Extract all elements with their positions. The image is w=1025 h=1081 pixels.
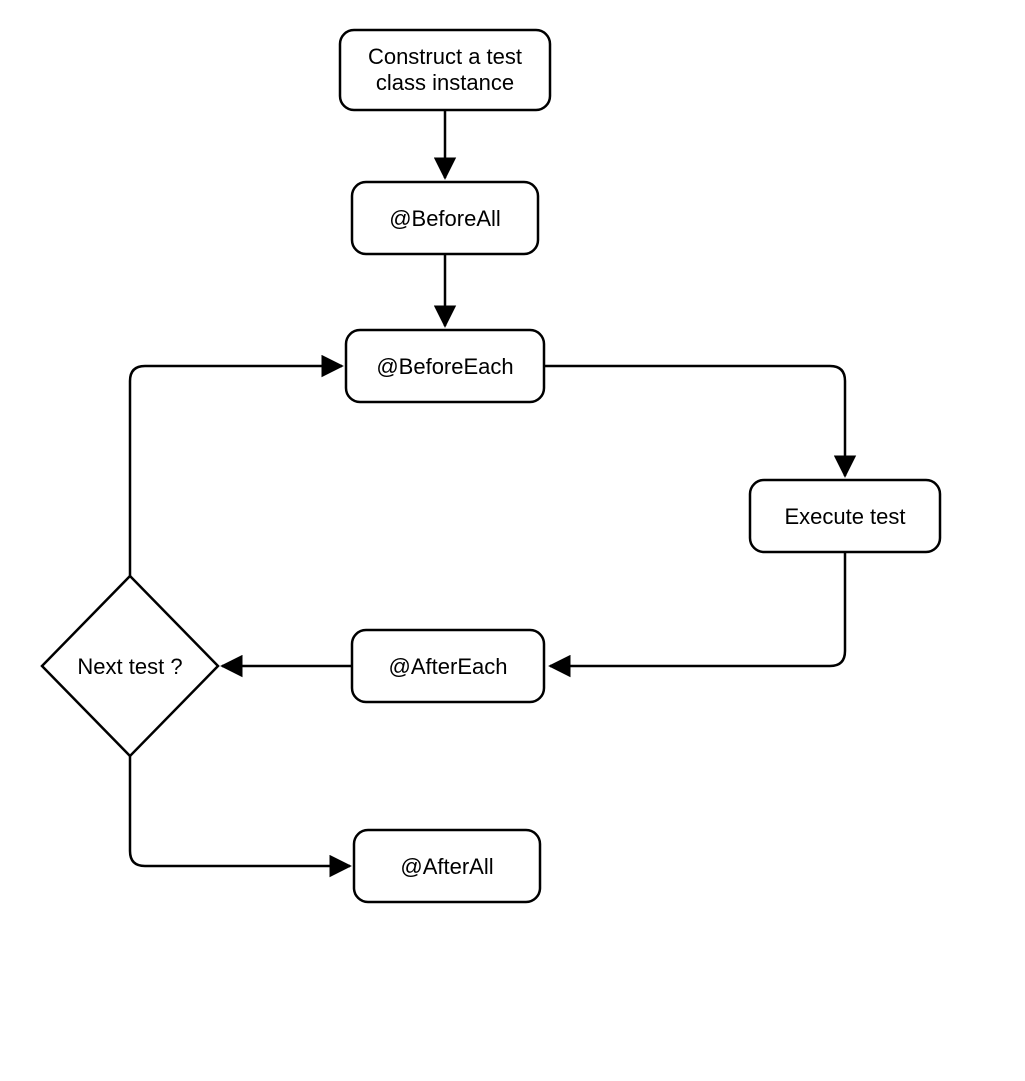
lifecycle-flowchart: Construct a test class instance @BeforeA…	[0, 0, 1025, 1081]
node-next-test-decision: Next test ?	[42, 576, 218, 756]
edge-execute-aftereach	[550, 552, 845, 666]
node-before-each: @BeforeEach	[346, 330, 544, 402]
node-before-all: @BeforeAll	[352, 182, 538, 254]
node-after-each-label: @AfterEach	[389, 654, 508, 679]
node-after-all-label: @AfterAll	[400, 854, 493, 879]
node-after-each: @AfterEach	[352, 630, 544, 702]
node-before-all-label: @BeforeAll	[389, 206, 501, 231]
node-construct: Construct a test class instance	[340, 30, 550, 110]
node-execute-test-label: Execute test	[784, 504, 905, 529]
node-construct-line2: class instance	[376, 70, 514, 95]
node-execute-test: Execute test	[750, 480, 940, 552]
node-construct-line1: Construct a test	[368, 44, 522, 69]
node-after-all: @AfterAll	[354, 830, 540, 902]
node-next-test-label: Next test ?	[77, 654, 182, 679]
node-before-each-label: @BeforeEach	[376, 354, 513, 379]
edge-nexttest-loop	[130, 366, 342, 576]
edge-nexttest-exit	[130, 756, 350, 866]
edge-beforeeach-execute	[544, 366, 845, 476]
